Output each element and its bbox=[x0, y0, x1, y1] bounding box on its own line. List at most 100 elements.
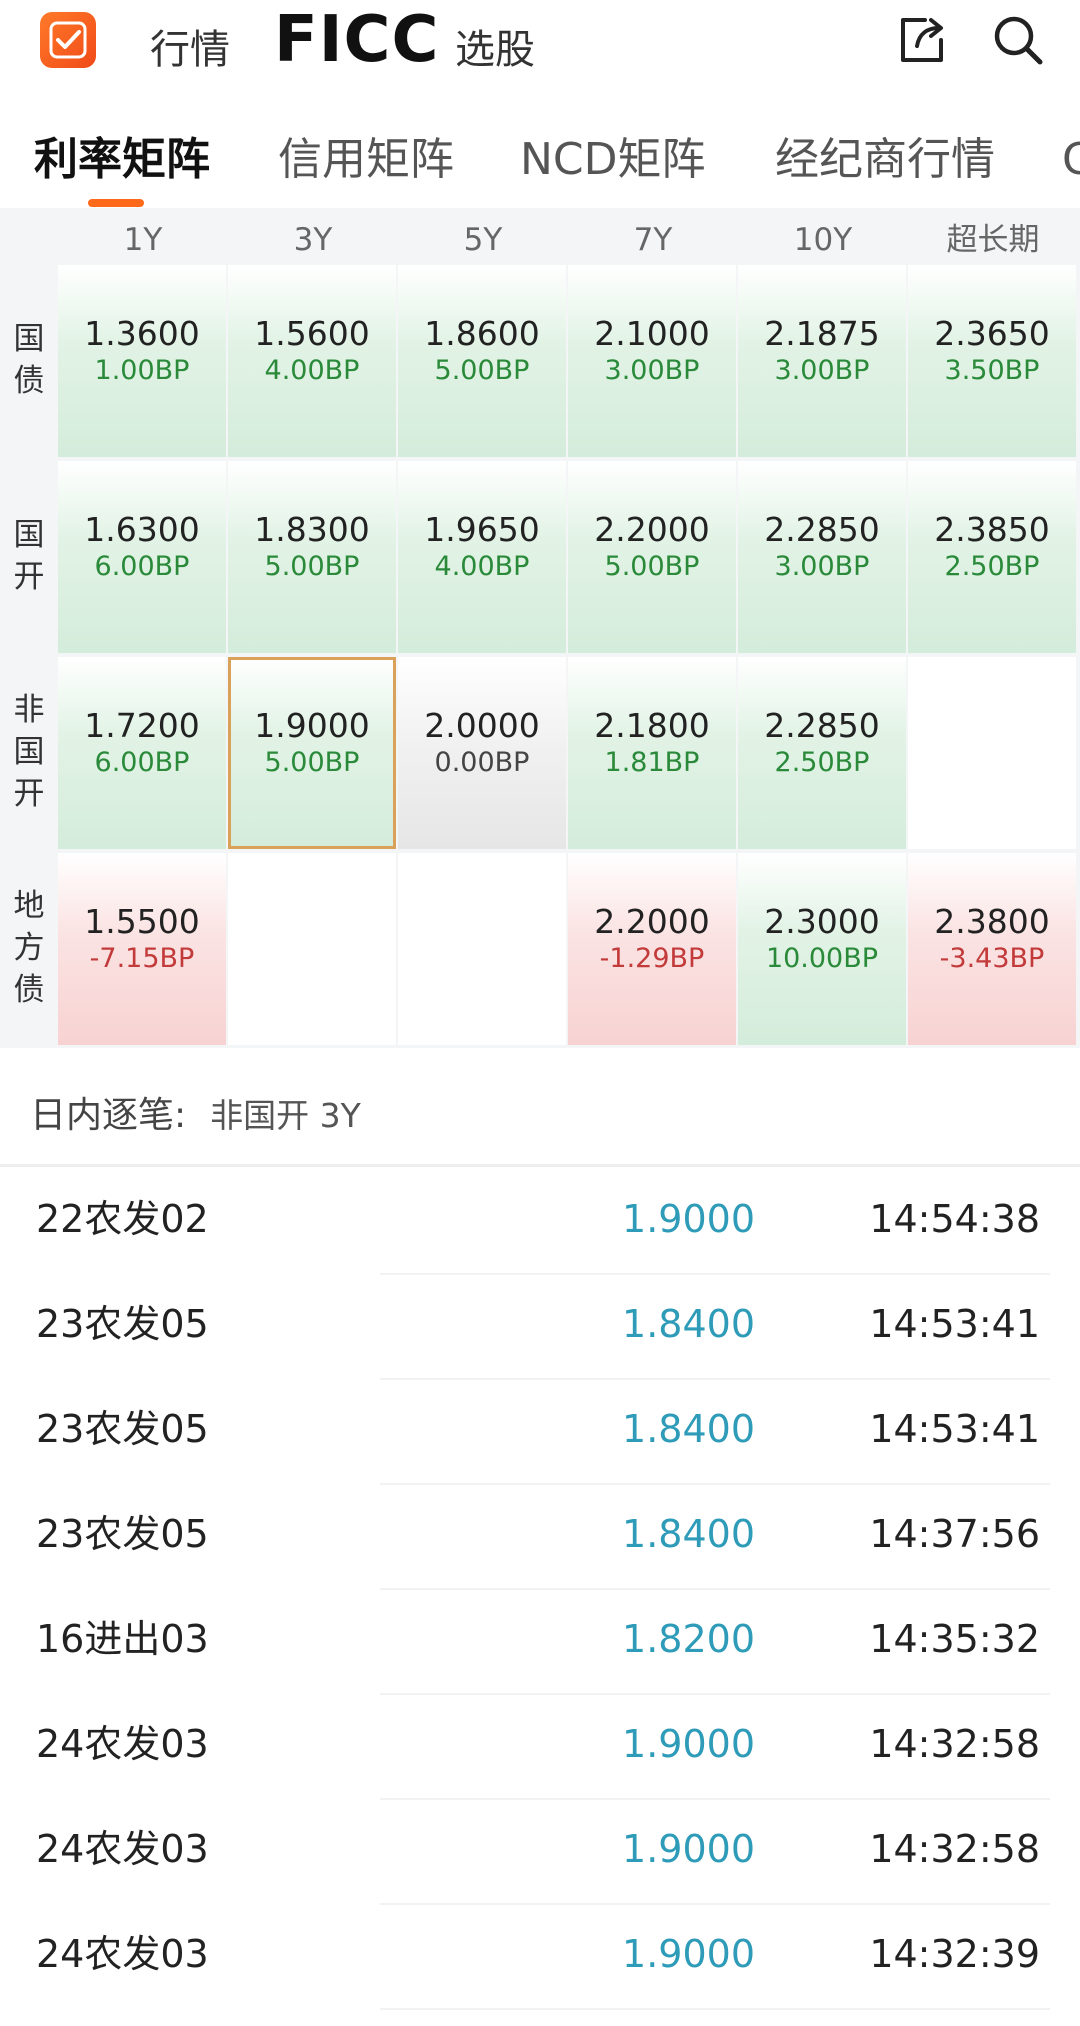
matrix-cell-local-gov-1y[interactable]: 1.5500 -7.15BP bbox=[58, 853, 226, 1045]
row-separator bbox=[380, 2008, 1050, 2010]
matrix-cell-non-cdb-7y[interactable]: 2.1800 1.81BP bbox=[568, 657, 736, 849]
row-header-char: 债 bbox=[13, 971, 45, 1008]
cell-yield: 2.1800 bbox=[594, 706, 710, 745]
trade-time: 14:53:41 bbox=[869, 1407, 1040, 1451]
matrix-cell-treasury-3y[interactable]: 1.5600 4.00BP bbox=[228, 265, 396, 457]
cell-yield: 2.2850 bbox=[764, 706, 880, 745]
row-header-char: 开 bbox=[13, 559, 45, 595]
cell-bp-change: -3.43BP bbox=[939, 943, 1045, 974]
cell-bp-change: 3.00BP bbox=[604, 355, 700, 386]
trade-row[interactable]: 23农发05 1.8400 14:37:56 bbox=[0, 1485, 1080, 1590]
trade-time: 14:53:41 bbox=[869, 1302, 1040, 1346]
row-header-char: 开 bbox=[13, 775, 45, 812]
cell-yield: 2.3000 bbox=[764, 902, 880, 941]
tab-rate-matrix[interactable]: 利率矩阵 bbox=[34, 138, 210, 182]
trade-row[interactable]: 23农发05 1.8400 14:53:41 bbox=[0, 1380, 1080, 1485]
intraday-title: 日内逐笔: bbox=[30, 1095, 187, 1136]
trade-price: 1.8400 bbox=[622, 1407, 755, 1451]
cell-bp-change: -7.15BP bbox=[89, 943, 195, 974]
matrix-cell-treasury-ultra-long[interactable]: 2.3650 3.50BP bbox=[908, 265, 1076, 457]
matrix-cell-non-cdb-ultra-long bbox=[908, 657, 1076, 849]
trade-row[interactable]: 16进出03 1.8200 14:35:32 bbox=[0, 1590, 1080, 1695]
trade-bond-name: 24农发03 bbox=[36, 1827, 209, 1871]
row-header-non-cdb: 非国开 bbox=[0, 656, 58, 850]
trade-time: 14:37:56 bbox=[869, 1512, 1040, 1556]
share-icon[interactable] bbox=[895, 12, 951, 68]
cell-yield: 1.5600 bbox=[254, 314, 370, 353]
trade-bond-name: 24农发03 bbox=[36, 1932, 209, 1976]
matrix-cell-cdb-7y[interactable]: 2.2000 5.00BP bbox=[568, 461, 736, 653]
cell-yield: 1.6300 bbox=[84, 510, 200, 549]
cell-bp-change: 3.50BP bbox=[944, 355, 1040, 386]
nav-stock-picker[interactable]: 选股 bbox=[455, 30, 535, 70]
column-header-7y: 7Y bbox=[633, 222, 673, 258]
matrix-cell-non-cdb-10y[interactable]: 2.2850 2.50BP bbox=[738, 657, 906, 849]
matrix-cell-cdb-3y[interactable]: 1.8300 5.00BP bbox=[228, 461, 396, 653]
cell-bp-change: 4.00BP bbox=[434, 551, 530, 582]
tab-ncd-matrix[interactable]: NCD矩阵 bbox=[520, 138, 706, 182]
trade-row[interactable]: 22农发02 1.9000 14:54:38 bbox=[0, 1170, 1080, 1275]
trade-price: 1.9000 bbox=[622, 1932, 755, 1976]
matrix-cell-local-gov-10y[interactable]: 2.3000 10.00BP bbox=[738, 853, 906, 1045]
cell-bp-change: 5.00BP bbox=[264, 747, 360, 778]
cell-yield: 2.2000 bbox=[594, 510, 710, 549]
cell-bp-change: 0.00BP bbox=[434, 747, 530, 778]
matrix-cell-cdb-10y[interactable]: 2.2850 3.00BP bbox=[738, 461, 906, 653]
cell-bp-change: 4.00BP bbox=[264, 355, 360, 386]
trade-price: 1.8200 bbox=[622, 1617, 755, 1661]
tab-credit-matrix[interactable]: 信用矩阵 bbox=[278, 138, 454, 182]
cell-yield: 1.8600 bbox=[424, 314, 540, 353]
cell-bp-change: 6.00BP bbox=[94, 551, 190, 582]
row-header-treasury: 国债 bbox=[0, 264, 58, 458]
cell-bp-change: 5.00BP bbox=[264, 551, 360, 582]
row-header-char: 国 bbox=[13, 517, 45, 554]
nav-market[interactable]: 行情 bbox=[150, 30, 230, 70]
rate-matrix: 1Y 3Y 5Y 7Y 10Y 超长期 国债 国开 非国开 地方债 1.3600… bbox=[0, 208, 1080, 1048]
cell-bp-change: 2.50BP bbox=[944, 551, 1040, 582]
trade-row[interactable]: 23农发05 1.8400 14:53:41 bbox=[0, 1275, 1080, 1380]
matrix-cell-treasury-1y[interactable]: 1.3600 1.00BP bbox=[58, 265, 226, 457]
trade-row[interactable]: 24农发03 1.9000 14:32:58 bbox=[0, 1800, 1080, 1905]
matrix-cell-local-gov-7y[interactable]: 2.2000 -1.29BP bbox=[568, 853, 736, 1045]
matrix-cell-cdb-ultra-long[interactable]: 2.3850 2.50BP bbox=[908, 461, 1076, 653]
trade-bond-name: 16进出03 bbox=[36, 1617, 209, 1661]
cell-yield: 1.5500 bbox=[84, 902, 200, 941]
tab-more[interactable]: C bbox=[1062, 138, 1080, 182]
cell-bp-change: 6.00BP bbox=[94, 747, 190, 778]
trade-price: 1.9000 bbox=[622, 1827, 755, 1871]
matrix-cell-cdb-1y[interactable]: 1.6300 6.00BP bbox=[58, 461, 226, 653]
nav-ficc[interactable]: FICC bbox=[274, 8, 439, 72]
matrix-cell-local-gov-ultra-long[interactable]: 2.3800 -3.43BP bbox=[908, 853, 1076, 1045]
matrix-cell-non-cdb-5y[interactable]: 2.0000 0.00BP bbox=[398, 657, 566, 849]
trade-time: 14:35:32 bbox=[869, 1617, 1040, 1661]
cell-yield: 1.3600 bbox=[84, 314, 200, 353]
matrix-cell-treasury-7y[interactable]: 2.1000 3.00BP bbox=[568, 265, 736, 457]
matrix-cell-treasury-10y[interactable]: 2.1875 3.00BP bbox=[738, 265, 906, 457]
column-header-1y: 1Y bbox=[123, 222, 163, 258]
trade-row[interactable]: 24农发03 1.9000 14:32:39 bbox=[0, 1905, 1080, 2010]
trade-bond-name: 24农发03 bbox=[36, 1722, 209, 1766]
cell-yield: 2.2850 bbox=[764, 510, 880, 549]
matrix-cell-cdb-5y[interactable]: 1.9650 4.00BP bbox=[398, 461, 566, 653]
matrix-cell-treasury-5y[interactable]: 1.8600 5.00BP bbox=[398, 265, 566, 457]
trade-time: 14:32:39 bbox=[869, 1932, 1040, 1976]
row-header-char: 国 bbox=[13, 734, 45, 771]
cell-yield: 2.0000 bbox=[424, 706, 540, 745]
cell-bp-change: -1.29BP bbox=[599, 943, 705, 974]
trade-price: 1.9000 bbox=[622, 1197, 755, 1241]
trade-time: 14:32:58 bbox=[869, 1722, 1040, 1766]
search-icon[interactable] bbox=[990, 12, 1046, 68]
matrix-cell-non-cdb-1y[interactable]: 1.7200 6.00BP bbox=[58, 657, 226, 849]
tab-broker-quotes[interactable]: 经纪商行情 bbox=[775, 138, 995, 182]
cell-yield: 2.3650 bbox=[934, 314, 1050, 353]
column-header-3y: 3Y bbox=[293, 222, 333, 258]
matrix-cell-non-cdb-3y[interactable]: 1.9000 5.00BP bbox=[228, 657, 396, 849]
trade-bond-name: 23农发05 bbox=[36, 1512, 209, 1556]
cell-bp-change: 2.50BP bbox=[774, 747, 870, 778]
cell-yield: 1.9650 bbox=[424, 510, 540, 549]
trade-row[interactable]: 24农发03 1.9000 14:32:58 bbox=[0, 1695, 1080, 1800]
check-logo-icon[interactable] bbox=[40, 12, 96, 68]
cell-yield: 2.1875 bbox=[764, 314, 880, 353]
matrix-cell-local-gov-5y bbox=[398, 853, 566, 1045]
cell-bp-change: 3.00BP bbox=[774, 355, 870, 386]
